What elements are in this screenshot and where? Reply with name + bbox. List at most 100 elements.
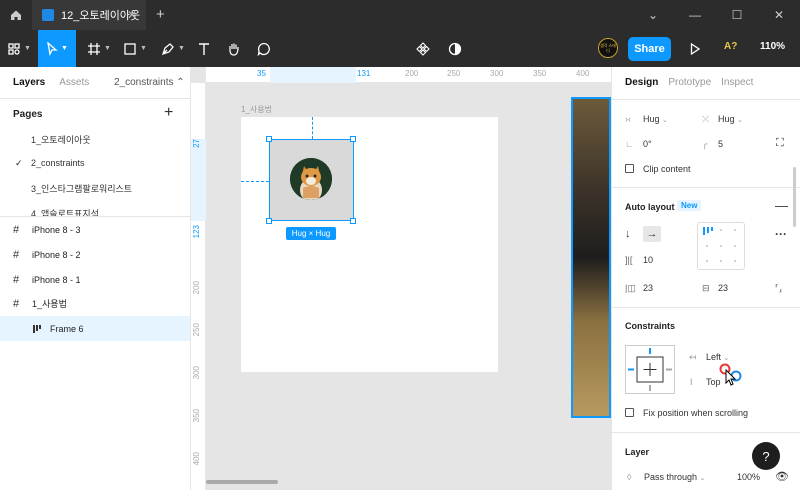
toolbar: ▼ ▼ ▼ ▼ ▼ 생각 스테디 Share A? 110% — [0, 30, 800, 67]
font-issues-button[interactable]: A? — [724, 41, 737, 52]
maximize-icon[interactable]: ☐ — [716, 0, 758, 30]
tab-prototype[interactable]: Prototype — [668, 77, 711, 88]
help-button[interactable]: ? — [752, 442, 780, 470]
constraint-widget[interactable] — [625, 345, 675, 394]
close-window-icon[interactable]: ✕ — [758, 0, 800, 30]
horizontal-constraint-icon: ↤ — [689, 352, 697, 362]
comment-tool[interactable] — [252, 30, 276, 67]
ruler-tick: 35 — [257, 69, 266, 78]
blend-mode-dropdown[interactable]: Pass through ⌄ — [644, 472, 705, 482]
height-mode-dropdown[interactable]: Hug ⌄ — [718, 114, 743, 124]
width-icon: ›‹ — [625, 114, 631, 124]
horizontal-scrollbar[interactable] — [206, 480, 278, 484]
horizontal-direction-icon[interactable]: → — [643, 226, 661, 242]
frame-icon: # — [12, 248, 20, 261]
main-menu-button[interactable]: ▼ — [0, 30, 38, 67]
resize-handle[interactable] — [266, 218, 272, 224]
horizontal-constraint-dropdown[interactable]: Left ⌄ — [706, 352, 729, 362]
components-button[interactable] — [412, 30, 434, 67]
page-item[interactable]: 1_오토레이아웃 — [31, 133, 91, 146]
divider — [612, 432, 800, 433]
ruler-horizontal: 35 131 200 250 300 350 400 — [206, 67, 611, 83]
window-menu-icon[interactable]: ⌄ — [632, 0, 674, 30]
zoom-dropdown[interactable]: 110% — [760, 41, 785, 52]
ruler-tick: 300 — [490, 69, 504, 78]
layer-item-selected[interactable]: Frame 6 — [0, 316, 190, 341]
layer-item[interactable]: # iPhone 8 - 2 — [0, 242, 190, 267]
pen-tool[interactable]: ▼ — [156, 30, 190, 67]
rotation-input[interactable]: 0° — [643, 139, 652, 149]
size-badge: Hug × Hug — [286, 227, 336, 240]
resize-handle[interactable] — [350, 136, 356, 142]
rectangle-tool[interactable]: ▼ — [118, 30, 152, 67]
layer-heading: Layer — [625, 447, 650, 457]
cursor-with-click-indicator — [719, 363, 745, 387]
adjacent-frame-image[interactable] — [571, 97, 611, 418]
more-options-icon[interactable]: ··· — [775, 227, 787, 241]
page-item[interactable]: 4_앱슬로트표지석 — [31, 207, 99, 216]
spacing-input[interactable]: 10 — [643, 255, 653, 265]
move-tool[interactable]: ▼ — [38, 30, 76, 67]
independent-corners-icon[interactable]: ⛶ — [776, 137, 784, 150]
canvas[interactable]: 35 131 200 250 300 350 400 27 123 200 25… — [191, 67, 611, 490]
clip-content-checkbox[interactable] — [625, 164, 634, 173]
layer-item[interactable]: # iPhone 8 - 1 — [0, 267, 190, 292]
layer-item[interactable]: # iPhone 8 - 3 — [0, 217, 190, 242]
tab-assets[interactable]: Assets — [59, 77, 89, 88]
constraints-heading: Constraints — [625, 321, 676, 331]
add-page-button[interactable]: + — [164, 104, 173, 122]
alignment-grid[interactable] — [697, 222, 745, 270]
resize-handle[interactable] — [266, 136, 272, 142]
rectangle-icon — [124, 42, 136, 55]
ruler-selection-highlight — [270, 67, 356, 83]
layer-label: iPhone 8 - 3 — [32, 224, 81, 235]
tab-design[interactable]: Design — [625, 77, 658, 88]
divider — [612, 99, 800, 100]
resize-handle[interactable] — [350, 218, 356, 224]
ruler-tick: 200 — [192, 281, 201, 295]
panel-scrollbar[interactable] — [793, 167, 796, 227]
ruler-tick: 300 — [192, 366, 201, 380]
corner-radius-input[interactable]: 5 — [718, 139, 723, 149]
opacity-input[interactable]: 100% — [737, 472, 760, 482]
frame-tool[interactable]: ▼ — [82, 30, 116, 67]
hand-icon — [229, 43, 239, 56]
vertical-padding-input[interactable]: 23 — [718, 283, 728, 293]
height-icon: ⤫ — [702, 114, 710, 124]
home-button[interactable] — [0, 0, 32, 30]
ruler-tick: 131 — [357, 69, 371, 78]
new-tab-button[interactable]: + — [156, 6, 165, 23]
auto-layout-heading: Auto layout — [625, 202, 675, 212]
new-badge: New — [677, 200, 702, 211]
close-tab-icon[interactable]: ✕ — [127, 8, 137, 22]
rotation-icon: ∟ — [625, 139, 634, 149]
share-button[interactable]: Share — [628, 37, 671, 61]
page-item[interactable]: 2_constraints — [31, 158, 85, 168]
eye-icon[interactable]: 👁 — [775, 470, 789, 483]
vertical-direction-icon[interactable]: ↓ — [625, 228, 631, 240]
present-button[interactable] — [685, 30, 705, 67]
layer-label: iPhone 8 - 2 — [32, 249, 81, 260]
width-mode-dropdown[interactable]: Hug ⌄ — [643, 114, 668, 124]
ruler-tick: 350 — [192, 409, 201, 423]
page-selector[interactable]: 2_constraints ⌃ — [114, 77, 185, 88]
page-item[interactable]: 3_인스타그램팔로워리스트 — [31, 182, 132, 195]
file-tab[interactable]: 12_오토레이아웃 ✕ — [32, 0, 146, 30]
mask-button[interactable] — [444, 30, 466, 67]
cat-image[interactable] — [290, 158, 332, 200]
individual-padding-icon[interactable]: ⸢⸥ — [775, 283, 782, 294]
text-tool[interactable] — [192, 30, 216, 67]
horizontal-padding-input[interactable]: 23 — [643, 283, 653, 293]
layer-label: 1_사용법 — [32, 299, 67, 309]
hand-tool[interactable] — [222, 30, 246, 67]
frame-label[interactable]: 1_사용법 — [241, 104, 272, 115]
fix-position-checkbox[interactable] — [625, 408, 634, 417]
tab-inspect[interactable]: Inspect — [721, 77, 753, 88]
ruler-tick: 250 — [192, 323, 201, 337]
layer-item[interactable]: #1_사용법 — [0, 291, 190, 316]
minimize-icon[interactable]: — — [674, 0, 716, 30]
avatar[interactable]: 생각 스테디 — [598, 38, 618, 58]
ruler-tick: 400 — [576, 69, 590, 78]
remove-auto-layout-icon[interactable]: — — [775, 198, 788, 213]
tab-layers[interactable]: Layers — [13, 77, 45, 88]
